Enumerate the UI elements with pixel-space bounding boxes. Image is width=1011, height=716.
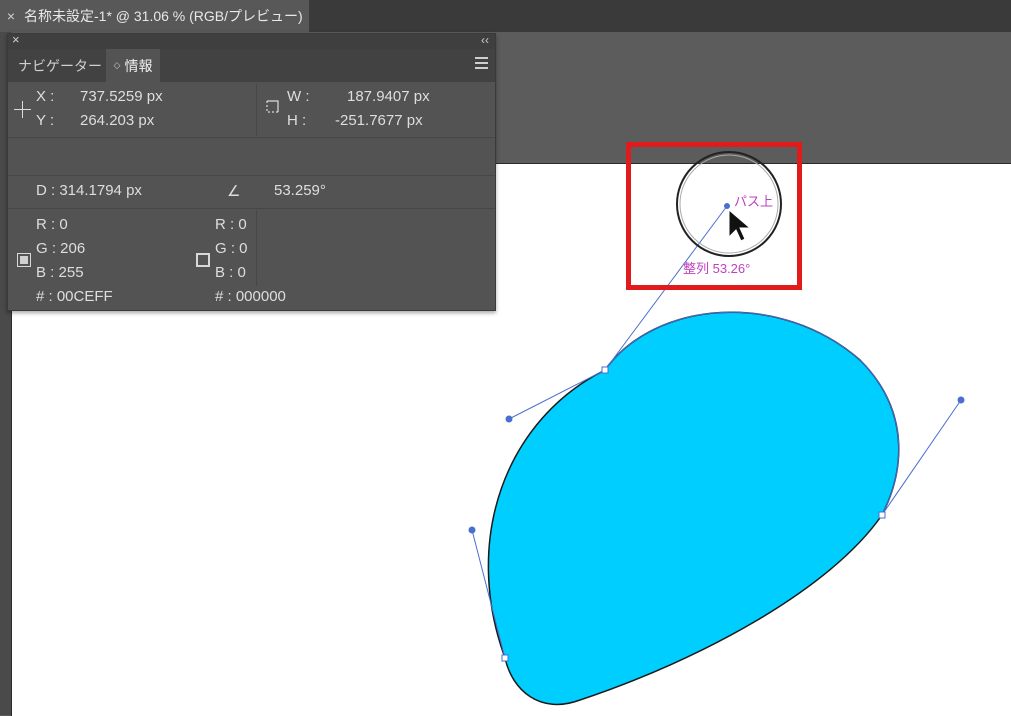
handle-point[interactable] bbox=[957, 396, 965, 404]
stroke-b: B : 0 bbox=[215, 264, 246, 281]
fill-g: G : 206 bbox=[36, 240, 86, 257]
w-value: 187.9407 px bbox=[347, 88, 430, 105]
tab-options-chevron-icon: ◇ bbox=[113, 60, 121, 70]
stroke-swatch-icon bbox=[196, 253, 210, 267]
smart-guide-angle-label: 整列 53.26° bbox=[683, 261, 751, 276]
stroke-r: R : 0 bbox=[215, 216, 247, 233]
x-label: X : bbox=[36, 88, 55, 105]
x-value: 737.5259 px bbox=[80, 88, 163, 105]
y-label: Y : bbox=[36, 112, 55, 129]
handle-point[interactable] bbox=[468, 526, 476, 534]
panel-close-icon[interactable]: × bbox=[12, 32, 20, 47]
divider bbox=[8, 137, 495, 138]
divider bbox=[256, 210, 257, 286]
anchor-point[interactable] bbox=[878, 511, 886, 519]
fill-hex: # : 00CEFF bbox=[36, 288, 113, 305]
angle-value: 53.259° bbox=[274, 182, 326, 199]
panel-collapse-icon[interactable]: ‹‹ bbox=[481, 33, 489, 47]
tab-navigator-label: ナビゲーター bbox=[18, 57, 102, 74]
anchor-point[interactable] bbox=[601, 366, 609, 374]
distance-value: D : 314.1794 px bbox=[36, 182, 142, 199]
angle-icon: ∠ bbox=[227, 183, 241, 200]
panel-header: × ‹‹ bbox=[8, 32, 495, 49]
stroke-g: G : 0 bbox=[215, 240, 248, 257]
tab-info-label: 情報 bbox=[124, 57, 153, 74]
h-value: -251.7677 px bbox=[335, 112, 423, 129]
tab-info[interactable]: ◇ 情報 bbox=[106, 49, 160, 82]
anchor-point[interactable] bbox=[501, 654, 509, 662]
stroke-hex: # : 000000 bbox=[215, 288, 286, 305]
size-bounds-icon bbox=[266, 100, 279, 113]
info-panel: × ‹‹ ナビゲーター ◇ 情報 X : 737.5259 px Y : 264… bbox=[7, 32, 496, 311]
divider bbox=[256, 84, 257, 136]
smart-guide-path-label: パス上 bbox=[734, 194, 774, 209]
blob-shape[interactable] bbox=[487, 311, 900, 706]
fill-swatch-icon bbox=[17, 253, 31, 267]
position-crosshair-icon bbox=[14, 101, 31, 118]
tab-navigator[interactable]: ナビゲーター bbox=[18, 49, 102, 82]
fill-r: R : 0 bbox=[36, 216, 68, 233]
handle-point[interactable] bbox=[505, 415, 513, 423]
panel-tab-bar: ナビゲーター ◇ 情報 bbox=[8, 49, 495, 82]
w-label: W : bbox=[287, 88, 310, 105]
h-label: H : bbox=[287, 112, 307, 129]
fill-b: B : 255 bbox=[36, 264, 84, 281]
divider bbox=[8, 208, 495, 209]
y-value: 264.203 px bbox=[80, 112, 155, 129]
panel-menu-icon[interactable] bbox=[475, 57, 488, 72]
divider bbox=[8, 175, 495, 176]
